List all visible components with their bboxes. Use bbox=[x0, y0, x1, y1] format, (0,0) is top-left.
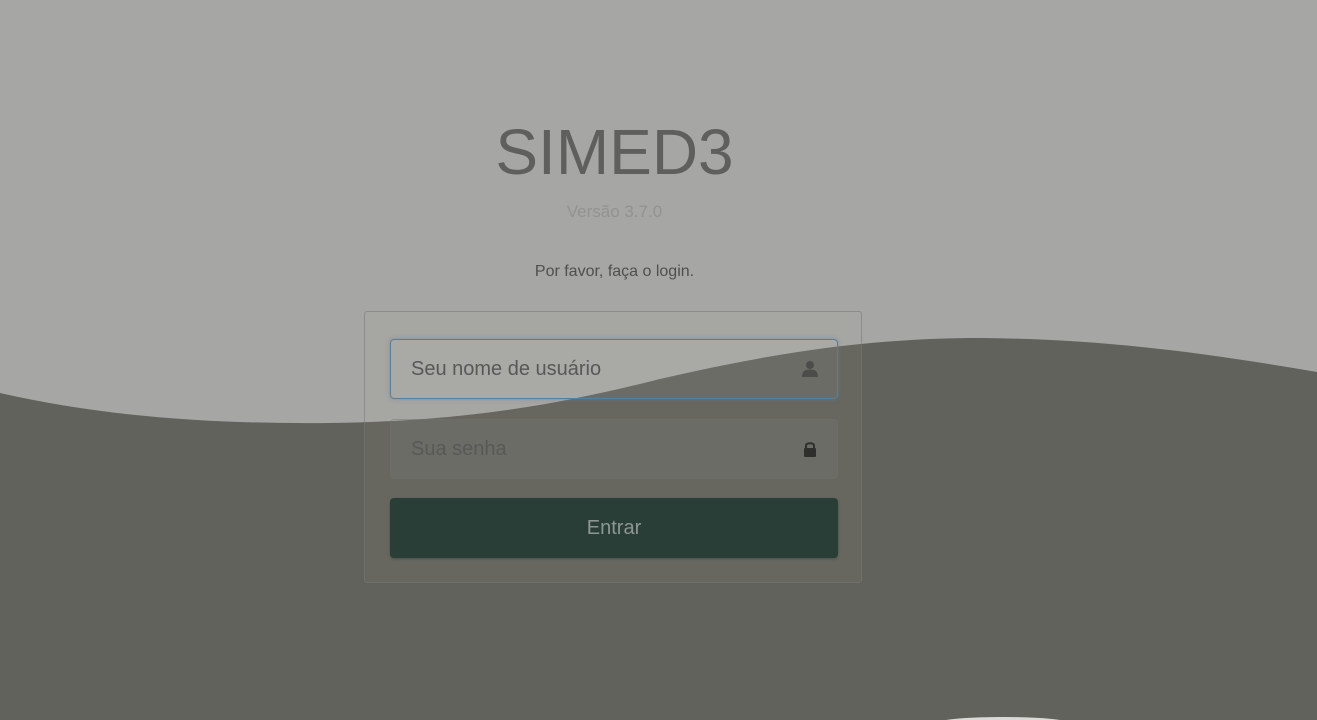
password-field bbox=[390, 419, 838, 479]
login-prompt: Por favor, faça o login. bbox=[534, 263, 695, 280]
login-button[interactable]: Entrar bbox=[390, 498, 838, 558]
login-form: Entrar bbox=[364, 311, 862, 583]
lock-icon bbox=[804, 442, 816, 457]
app-title: SIMED3 bbox=[495, 116, 734, 188]
password-input[interactable] bbox=[391, 420, 837, 478]
username-field bbox=[390, 339, 838, 399]
user-icon bbox=[802, 361, 818, 377]
app-version: Versão 3.7.0 bbox=[566, 202, 663, 221]
login-page: SIMED3 Versão 3.7.0 Por favor, faça o lo… bbox=[0, 0, 1317, 720]
username-input[interactable] bbox=[391, 340, 837, 398]
